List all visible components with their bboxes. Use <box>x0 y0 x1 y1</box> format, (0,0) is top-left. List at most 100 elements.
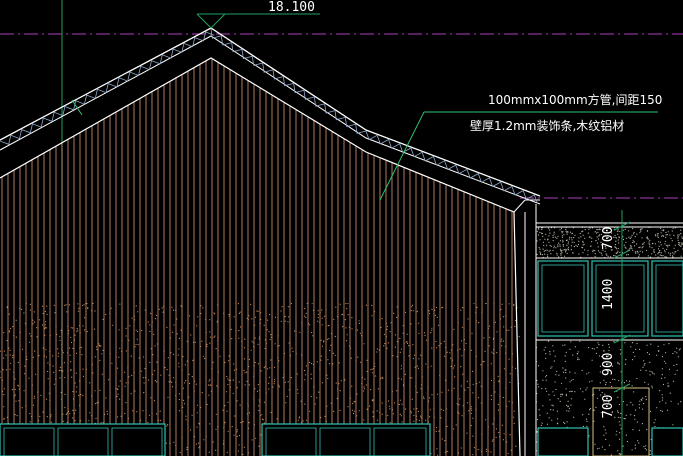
stucco-dot <box>351 317 353 319</box>
lower-windows <box>0 423 431 456</box>
stucco-dot <box>617 228 619 230</box>
right-window-lower-1 <box>537 427 589 456</box>
stucco-dot <box>44 328 46 330</box>
stucco-dot <box>565 251 567 253</box>
stucco-dot <box>68 304 71 306</box>
stucco-dot <box>363 388 366 390</box>
dim-900: 900 <box>601 353 616 376</box>
stucco-dot <box>138 357 140 359</box>
stucco-dot <box>237 450 239 452</box>
stucco-dot <box>549 351 551 353</box>
stucco-dot <box>490 398 493 400</box>
stucco-dot <box>125 382 127 384</box>
stucco-dot <box>617 411 619 413</box>
stucco-dot <box>573 246 576 248</box>
stucco-dot <box>412 357 414 360</box>
stucco-dot <box>257 363 260 365</box>
stucco-dot <box>124 371 126 373</box>
stucco-dot <box>634 355 636 357</box>
stucco-dot <box>554 355 556 357</box>
stucco-dot <box>558 374 560 376</box>
stucco-dot <box>570 245 573 247</box>
stucco-dot <box>424 332 426 334</box>
stucco-dot <box>165 442 167 444</box>
stucco-dot <box>280 310 282 312</box>
stucco-dot <box>312 363 315 366</box>
stucco-dot <box>9 349 11 351</box>
stucco-dot <box>209 379 211 381</box>
stucco-dot <box>406 341 408 343</box>
stucco-dot <box>173 309 175 311</box>
stucco-dot <box>206 345 208 347</box>
stucco-dot <box>193 436 196 438</box>
stucco-dot <box>112 324 114 326</box>
stucco-dot <box>265 392 267 394</box>
stucco-dot <box>658 251 660 253</box>
stucco-dot <box>135 329 137 331</box>
stucco-dot <box>645 398 647 401</box>
stucco-dot <box>67 408 69 410</box>
stucco-dot <box>337 336 339 338</box>
stucco-dot <box>591 380 593 382</box>
stucco-dot <box>565 395 568 397</box>
stucco-dot <box>641 247 643 249</box>
stucco-dot <box>639 400 641 402</box>
stucco-dot <box>11 389 14 391</box>
stucco-dot <box>673 234 675 236</box>
stucco-dot <box>480 402 482 404</box>
stucco-dot <box>361 335 363 337</box>
stucco-dot <box>588 413 590 415</box>
stucco-dot <box>371 304 373 307</box>
stucco-dot <box>233 369 235 371</box>
stucco-dot <box>678 242 680 244</box>
stucco-dot <box>258 409 260 412</box>
stucco-dot <box>552 391 554 393</box>
stucco-dot <box>254 316 257 318</box>
stucco-dot <box>48 392 50 394</box>
stucco-dot <box>3 357 5 359</box>
stucco-dot <box>2 369 4 371</box>
stucco-dot <box>678 349 680 351</box>
stucco-dot <box>410 410 412 412</box>
stucco-dot <box>498 380 500 382</box>
stucco-dot <box>180 329 182 331</box>
stucco-dot <box>539 248 541 250</box>
stucco-dot <box>591 237 593 239</box>
stucco-dot <box>546 374 548 377</box>
stucco-dot <box>488 325 490 327</box>
stucco-dot <box>415 385 417 388</box>
stucco-dot <box>425 339 428 341</box>
stucco-dot <box>453 428 455 430</box>
stucco-dot <box>396 390 398 392</box>
stucco-dot <box>149 324 151 326</box>
stucco-dot <box>476 306 478 308</box>
stucco-dot <box>240 422 242 424</box>
stucco-dot <box>680 255 682 257</box>
stucco-dot <box>679 242 681 244</box>
stucco-dot <box>637 252 639 254</box>
stucco-dot <box>497 403 499 406</box>
stucco-dot <box>246 371 248 373</box>
stucco-dot <box>676 352 678 354</box>
stucco-dot <box>655 235 657 237</box>
stucco-dot <box>60 370 63 372</box>
stucco-dot <box>67 352 69 354</box>
stucco-dot <box>6 339 8 342</box>
stucco-dot <box>194 380 196 382</box>
stucco-dot <box>542 248 544 250</box>
stucco-dot <box>32 323 34 325</box>
stucco-dot <box>619 230 621 233</box>
stucco-dot <box>625 434 627 436</box>
stucco-dot <box>669 234 671 236</box>
stucco-dot <box>615 252 617 254</box>
stucco-dot <box>235 330 237 332</box>
stucco-dot <box>130 355 132 357</box>
stucco-dot <box>570 249 572 251</box>
stucco-dot <box>392 355 394 357</box>
annotation-leader: 100mmx100mm方管,间距150 壁厚1.2mm装饰条,木纹铝材 <box>71 92 662 201</box>
stucco-dot <box>305 312 307 314</box>
stucco-dot <box>418 419 421 421</box>
stucco-dot <box>539 253 542 256</box>
stucco-dot <box>556 418 559 420</box>
stucco-dot <box>361 382 363 384</box>
